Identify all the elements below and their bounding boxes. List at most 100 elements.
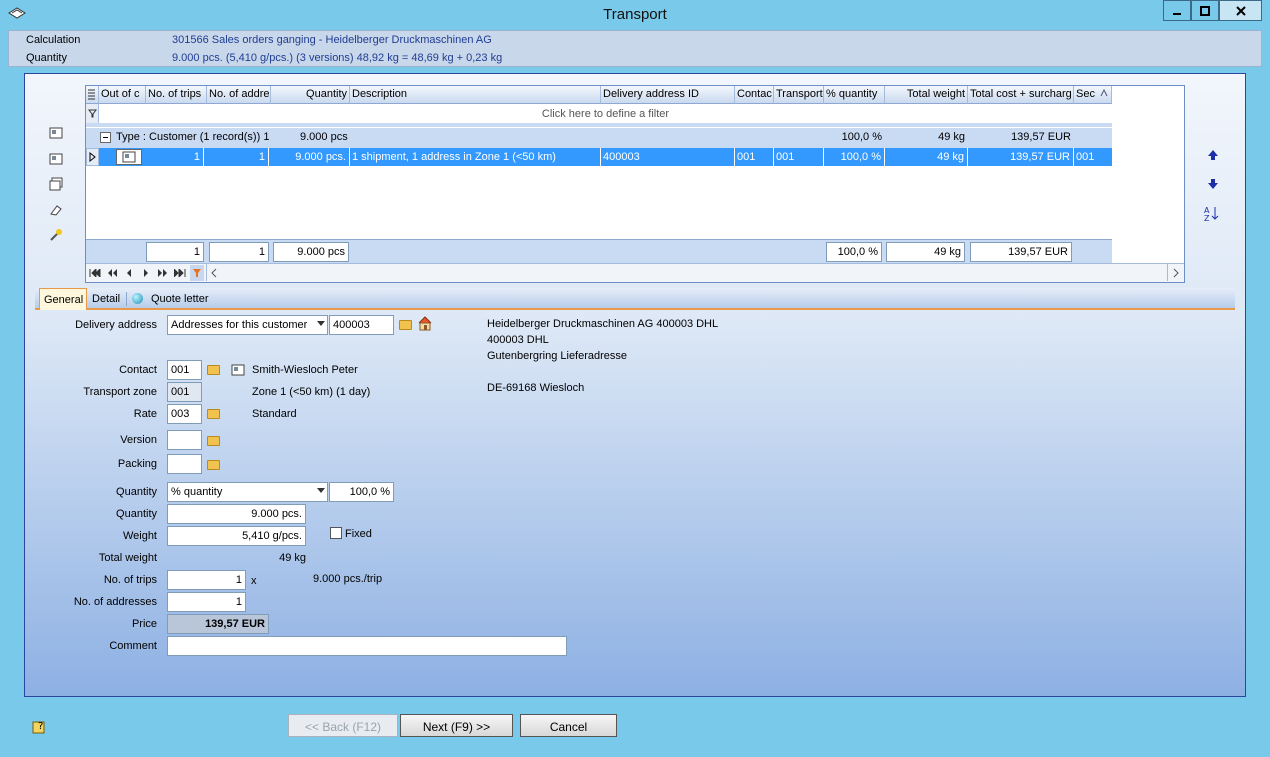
card-icon [122,151,136,163]
card-icon[interactable] [231,364,245,379]
no-of-trips-field[interactable]: 1 [167,570,246,590]
folder-icon[interactable] [207,436,220,446]
contact-label: Contact [119,364,157,376]
table-row[interactable]: 1 1 9.000 pcs. 1 shipment, 1 address in … [99,148,1112,166]
last-page-icon[interactable] [173,266,187,280]
delivery-address-id-field[interactable]: 400003 [329,315,394,335]
footer-addresses: 1 [209,242,269,262]
tab-detail[interactable]: Detail [88,288,126,310]
copy-record-button[interactable] [48,176,64,192]
comment-field[interactable] [167,636,567,656]
footer-quantity: 9.000 pcs [273,242,349,262]
rate-label: Rate [133,408,157,420]
first-page-icon[interactable] [88,266,102,280]
cell-transport: 001 [775,148,824,166]
no-of-addresses-field[interactable]: 1 [167,592,246,612]
group-row[interactable]: Type : Customer (1 record(s)) 1 9.000 pc… [86,128,1112,148]
packing-label: Packing [117,458,157,470]
col-header-total-cost[interactable]: Total cost + surcharg [968,86,1074,104]
maximize-button[interactable] [1191,0,1219,21]
next-record-icon[interactable] [139,266,153,280]
back-button[interactable]: << Back (F12) [288,714,398,737]
close-button[interactable] [1219,0,1262,21]
col-header-quantity[interactable]: Quantity [271,86,350,104]
folder-icon[interactable] [207,365,220,375]
col-header-trips[interactable]: No. of trips [146,86,207,104]
address-house-icon[interactable] [417,316,434,334]
previous-record-icon[interactable] [122,266,136,280]
delivery-address-select[interactable]: Addresses for this customer [167,315,328,335]
col-header-out-of[interactable]: Out of c [99,86,146,104]
delete-record-button[interactable] [48,202,64,218]
tab-general[interactable]: General [39,288,87,310]
next-button[interactable]: Next (F9) >> [400,714,513,737]
cell-trips: 1 [146,148,204,166]
cell-addresses: 1 [207,148,269,166]
col-header-pct-quantity[interactable]: % quantity [824,86,885,104]
minimize-icon [1173,12,1181,15]
filter-icon[interactable] [86,104,99,123]
row-indicator[interactable] [86,148,99,166]
tab-quote-letter[interactable]: Quote letter [147,288,227,310]
title-bar: Transport [0,0,1270,30]
address-line-5: DE-69168 Wiesloch [487,382,585,394]
col-header-addresses[interactable]: No. of addre [207,86,271,104]
edit-record-button[interactable] [48,151,64,167]
delivery-address-label: Delivery address [75,319,157,331]
folder-icon[interactable] [399,320,412,330]
out-of-cell[interactable] [116,149,142,165]
quantity-field[interactable]: 9.000 pcs. [167,504,306,524]
tab-divider [126,292,127,306]
col-header-delivery-address-id[interactable]: Delivery address ID [601,86,735,104]
weight-field[interactable]: 5,410 g/pcs. [167,526,306,546]
delivery-address-select-value: Addresses for this customer [171,319,308,331]
move-up-button[interactable] [1205,147,1221,163]
collapse-icon[interactable] [100,132,111,143]
calculation-info-panel: Calculation 301566 Sales orders ganging … [8,30,1262,67]
rate-text: Standard [252,408,297,420]
version-field[interactable] [167,430,202,450]
col-header-contact[interactable]: Contac [735,86,774,104]
new-record-button[interactable] [48,125,64,141]
price-label: Price [131,618,157,630]
no-of-addresses-label: No. of addresses [73,596,157,608]
cancel-button[interactable]: Cancel [520,714,617,737]
group-label: Type : Customer (1 record(s)) 1 [116,131,270,143]
next-page-icon[interactable] [156,266,170,280]
packing-field[interactable] [167,454,202,474]
col-header-transport[interactable]: Transport [774,86,824,104]
folder-icon[interactable] [207,460,220,470]
folder-icon[interactable] [207,409,220,419]
wizard-button[interactable] [48,227,64,243]
cell-sec: 001 [1076,151,1095,163]
magic-wand-icon [50,229,62,241]
quantity-percent-field[interactable]: 100,0 % [329,482,394,502]
filter-funnel-icon[interactable] [190,265,204,281]
previous-page-icon[interactable] [105,266,119,280]
scroll-left-icon[interactable] [207,266,221,280]
filter-row[interactable]: Click here to define a filter [99,104,1112,123]
col-header-total-weight[interactable]: Total weight [885,86,968,104]
card-icon [49,153,63,165]
sort-az-icon: AZ [1204,206,1219,221]
cell-total-cost: 139,57 EUR [969,148,1074,166]
sort-ascending-icon [1100,88,1108,100]
help-icon[interactable]: ? [32,718,48,737]
transport-grid[interactable]: Out of c No. of trips No. of addre Quant… [85,85,1185,283]
minimize-button[interactable] [1163,0,1191,21]
quantity-mode-select[interactable]: % quantity [167,482,328,502]
trips-multiply-sign: x [251,575,257,587]
sort-button[interactable]: AZ [1203,204,1221,222]
cell-pct-quantity: 100,0 % [825,148,885,166]
transport-zone-field: 001 [167,382,202,402]
col-header-sec[interactable]: Sec [1074,86,1112,104]
move-down-button[interactable] [1205,176,1221,192]
scroll-right-icon[interactable] [1169,266,1183,280]
contact-field[interactable]: 001 [167,360,202,380]
calculation-value: 301566 Sales orders ganging - Heidelberg… [172,34,492,46]
fixed-checkbox[interactable] [330,527,342,539]
col-header-description[interactable]: Description [350,86,601,104]
column-chooser[interactable] [86,86,99,104]
eraser-icon [50,205,62,216]
rate-field[interactable]: 003 [167,404,202,424]
